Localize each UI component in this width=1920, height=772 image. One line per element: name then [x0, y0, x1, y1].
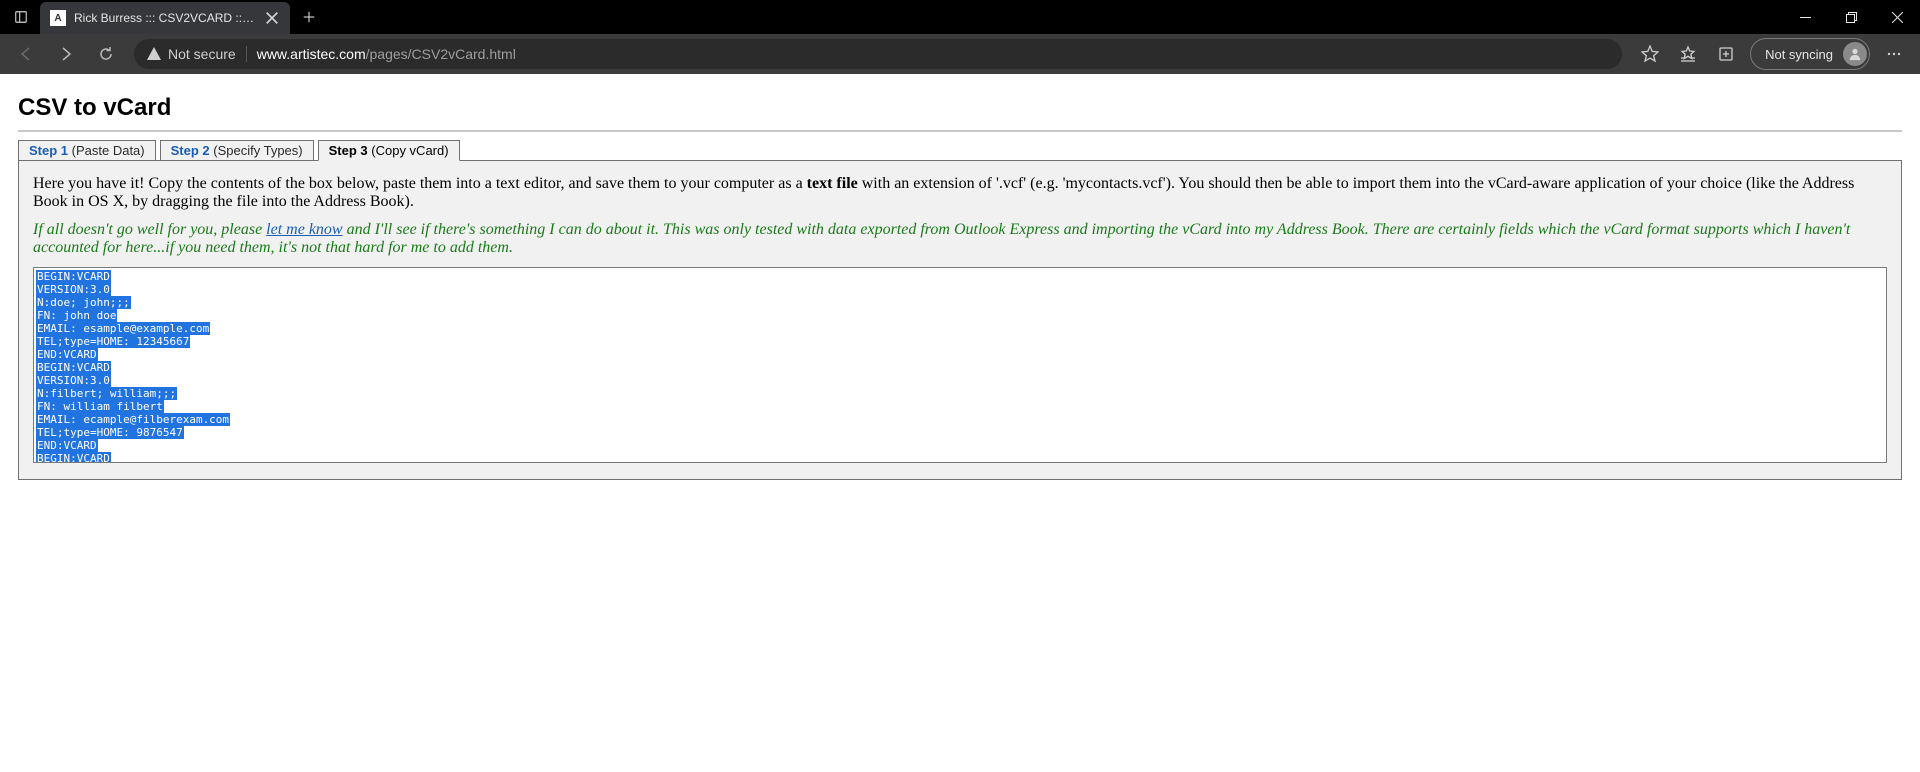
nav-forward-button[interactable]: [48, 38, 84, 70]
user-avatar-icon[interactable]: [1843, 42, 1867, 66]
divider: [246, 46, 247, 62]
favorite-star-icon[interactable]: [1632, 38, 1668, 70]
vcard-line: N:doe; john;;;: [36, 296, 1884, 309]
favorites-list-icon[interactable]: [1670, 38, 1706, 70]
vcard-line: EMAIL: ecample@filberexam.com: [36, 413, 1884, 426]
more-menu-icon[interactable]: [1876, 38, 1912, 70]
note-text: If all doesn't go well for you, please l…: [33, 221, 1887, 257]
page-title: CSV to vCard: [18, 94, 1902, 122]
tab-manager-button[interactable]: [6, 2, 36, 32]
intro-text: Here you have it! Copy the contents of t…: [33, 175, 1887, 211]
vcard-line: VERSION:3.0: [36, 374, 1884, 387]
window-minimize-button[interactable]: [1782, 0, 1828, 34]
step-tabs: Step 1 (Paste Data) Step 2 (Specify Type…: [18, 140, 1902, 161]
tab-close-icon[interactable]: [264, 10, 280, 26]
vcard-line: END:VCARD: [36, 348, 1884, 361]
page-content: CSV to vCard Step 1 (Paste Data) Step 2 …: [0, 74, 1920, 494]
vcard-line: FN: william filbert: [36, 400, 1884, 413]
window-restore-button[interactable]: [1828, 0, 1874, 34]
window-close-button[interactable]: [1874, 0, 1920, 34]
url-text: www.artistec.com/pages/CSV2vCard.html: [257, 46, 516, 62]
collections-icon[interactable]: [1708, 38, 1744, 70]
vcard-line: FN: john doe: [36, 309, 1884, 322]
tab-step-2[interactable]: Step 2 (Specify Types): [160, 140, 314, 161]
step3-panel: Here you have it! Copy the contents of t…: [18, 160, 1902, 480]
new-tab-button[interactable]: [294, 2, 324, 32]
vcard-line: N:filbert; william;;;: [36, 387, 1884, 400]
vcard-line: BEGIN:VCARD: [36, 270, 1884, 283]
vcard-line: BEGIN:VCARD: [36, 361, 1884, 374]
vcard-line: TEL;type=HOME: 9876547: [36, 426, 1884, 439]
url-host: www.artistec.com: [257, 46, 366, 62]
tab-step-3[interactable]: Step 3 (Copy vCard): [318, 140, 460, 161]
sync-label: Not syncing: [1765, 47, 1833, 62]
vcard-line: EMAIL: esample@example.com: [36, 322, 1884, 335]
security-badge[interactable]: Not secure: [146, 46, 236, 62]
security-label: Not secure: [168, 46, 236, 62]
favicon: A: [50, 10, 66, 26]
sync-pill[interactable]: Not syncing: [1750, 38, 1870, 70]
browser-titlebar: A Rick Burress ::: CSV2VCARD ::: Art: [0, 0, 1920, 34]
vcard-line: END:VCARD: [36, 439, 1884, 452]
nav-refresh-button[interactable]: [88, 38, 124, 70]
let-me-know-link[interactable]: let me know: [266, 221, 342, 238]
url-path: /pages/CSV2vCard.html: [366, 46, 516, 62]
nav-back-button[interactable]: [8, 38, 44, 70]
vcard-line: TEL;type=HOME: 12345667: [36, 335, 1884, 348]
browser-tab[interactable]: A Rick Burress ::: CSV2VCARD ::: Art: [40, 2, 290, 34]
vcard-line: BEGIN:VCARD: [36, 452, 1884, 463]
vcard-output-textarea[interactable]: BEGIN:VCARDVERSION:3.0N:doe; john;;;FN: …: [33, 267, 1887, 463]
address-bar[interactable]: Not secure www.artistec.com/pages/CSV2vC…: [134, 39, 1622, 69]
hr: [18, 130, 1902, 132]
tab-title: Rick Burress ::: CSV2VCARD ::: Art: [74, 11, 256, 25]
vcard-line: VERSION:3.0: [36, 283, 1884, 296]
tab-step-1[interactable]: Step 1 (Paste Data): [18, 140, 156, 161]
browser-toolbar: Not secure www.artistec.com/pages/CSV2vC…: [0, 34, 1920, 74]
